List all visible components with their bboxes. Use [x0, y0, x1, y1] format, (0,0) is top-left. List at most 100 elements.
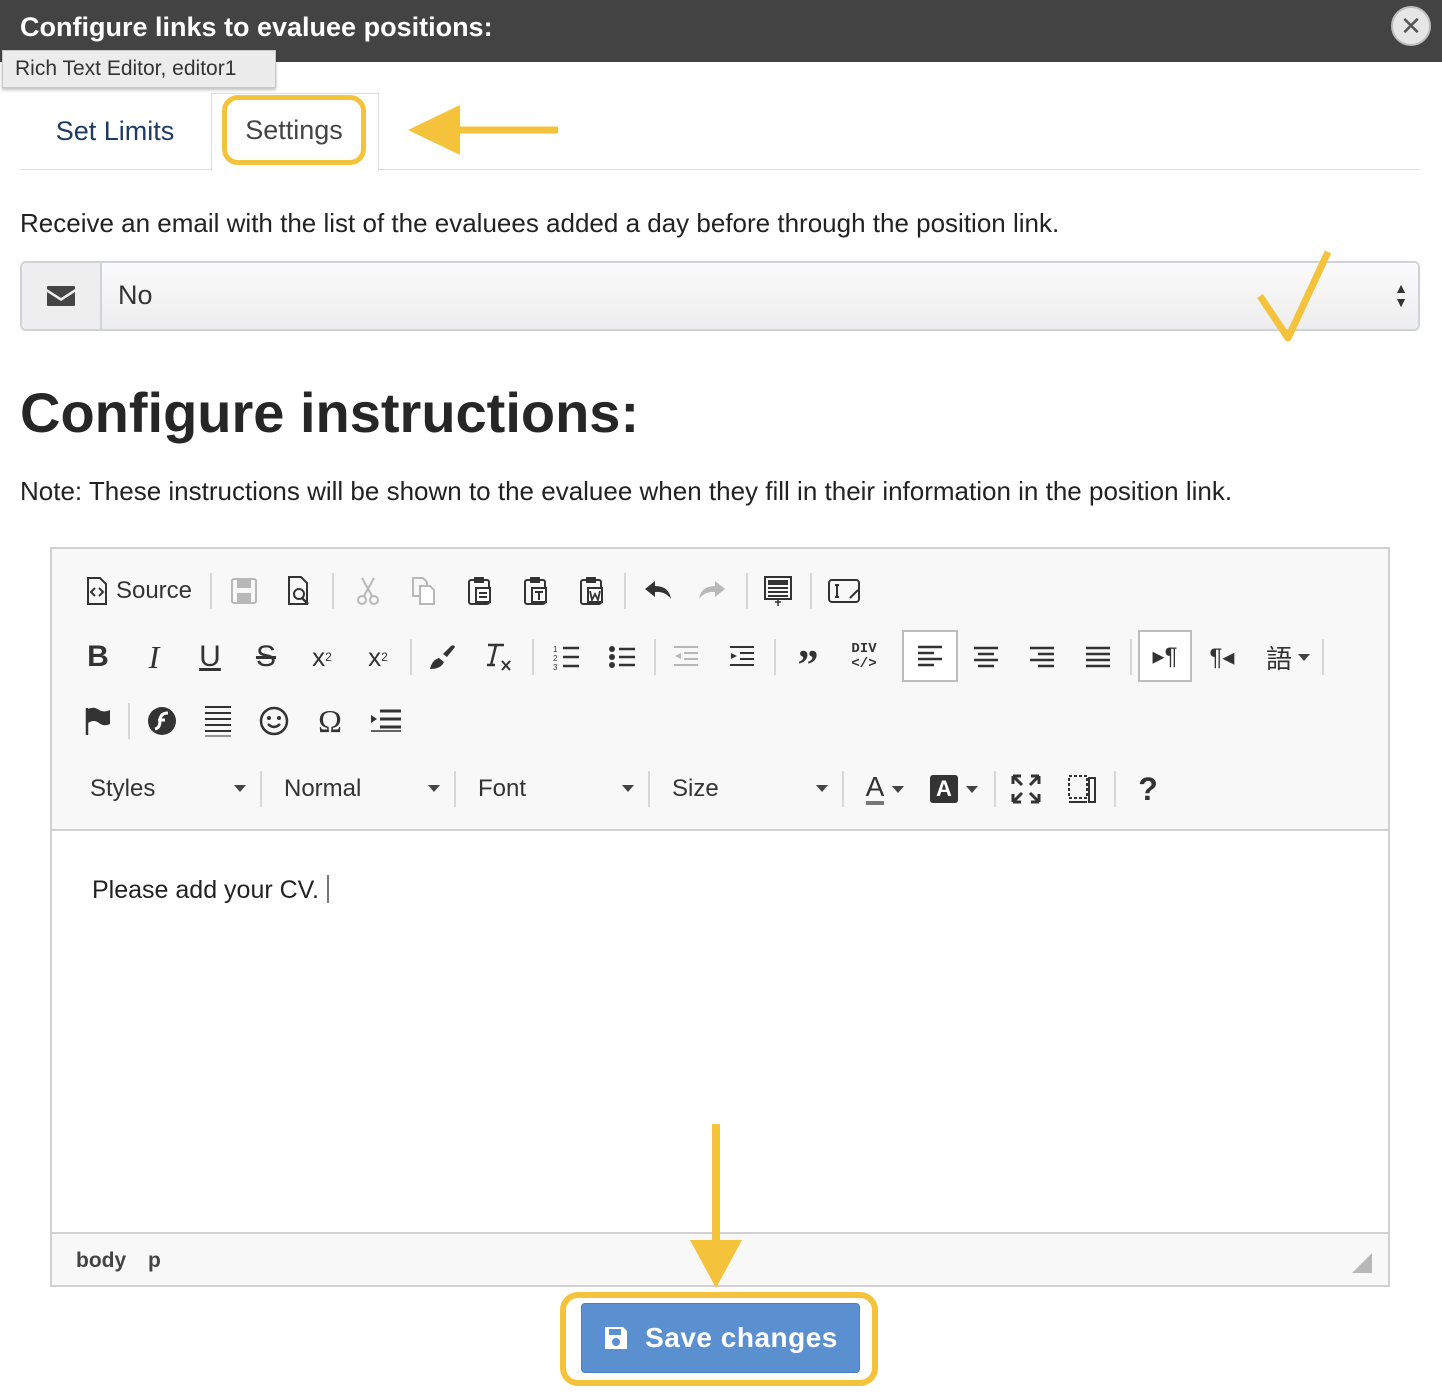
size-dropdown[interactable]: Size: [672, 767, 828, 811]
text-cursor: [327, 875, 330, 903]
horizontal-rule-icon[interactable]: [198, 699, 238, 743]
editor-status-bar: body p: [52, 1232, 1388, 1285]
subscript-icon[interactable]: x2: [302, 635, 342, 679]
select-arrows-icon: ▲ ▼: [1394, 280, 1408, 310]
tab-set-limits[interactable]: Set Limits: [20, 94, 210, 169]
superscript-icon[interactable]: x2: [358, 635, 398, 679]
toolbar-separator: [210, 573, 212, 609]
align-center-icon[interactable]: [966, 635, 1006, 679]
dialog-title: Configure links to evaluee positions:: [20, 12, 493, 42]
resize-handle-icon[interactable]: [1352, 1253, 1372, 1273]
toolbar-separator: [128, 703, 130, 739]
save-icon[interactable]: [224, 569, 264, 613]
close-icon: ✕: [1400, 11, 1422, 41]
email-select-value: No: [118, 280, 153, 310]
chevron-down-icon: [622, 785, 634, 792]
rich-text-editor: Source B I U S x 2 x 2 1 2 3 ” DIV </> ▸…: [50, 547, 1390, 1287]
copy-icon[interactable]: [404, 569, 444, 613]
template-icon[interactable]: [758, 569, 798, 613]
special-char-omega-icon[interactable]: Ω: [310, 699, 350, 743]
bold-icon[interactable]: B: [78, 635, 118, 679]
bulleted-list-icon[interactable]: [602, 635, 642, 679]
envelope-icon: [47, 286, 75, 306]
tab-settings[interactable]: Settings: [222, 95, 366, 165]
textfield-icon[interactable]: [824, 569, 864, 613]
path-p[interactable]: p: [148, 1249, 161, 1273]
font-label: Font: [478, 775, 527, 802]
chevron-down-icon: [966, 785, 978, 793]
page-break-icon[interactable]: [366, 699, 406, 743]
close-button[interactable]: ✕: [1391, 6, 1431, 46]
email-addon: [22, 263, 102, 329]
toolbar-separator: [624, 573, 626, 609]
paste-text-icon[interactable]: [516, 569, 556, 613]
styles-dropdown[interactable]: Styles: [90, 767, 246, 811]
numbered-list-icon[interactable]: 123: [546, 635, 586, 679]
svg-text:1: 1: [553, 645, 558, 654]
floppy-icon: [605, 1327, 628, 1349]
editor-toolbar: Source B I U S x 2 x 2 1 2 3 ” DIV </> ▸…: [52, 549, 1388, 831]
preview-icon[interactable]: [280, 569, 320, 613]
language-dropdown-icon[interactable]: 語: [1256, 635, 1320, 679]
toolbar-separator: [842, 771, 844, 807]
email-select[interactable]: No ▲ ▼: [102, 263, 1418, 329]
create-div-icon[interactable]: DIV </>: [844, 635, 884, 679]
toolbar-separator: [654, 639, 656, 675]
copy-format-icon[interactable]: [422, 635, 462, 679]
chevron-down-icon: [234, 785, 246, 792]
format-label: Normal: [284, 775, 362, 802]
italic-icon[interactable]: I: [134, 635, 174, 679]
toolbar-separator: [260, 771, 262, 807]
source-button[interactable]: Source: [80, 569, 198, 613]
show-blocks-icon[interactable]: [1062, 767, 1102, 811]
help-icon[interactable]: ?: [1128, 767, 1168, 811]
text-direction-rtl-icon[interactable]: ¶◂: [1200, 635, 1244, 679]
remove-format-icon[interactable]: [478, 635, 518, 679]
maximize-icon[interactable]: [1006, 767, 1046, 811]
toolbar-separator: [774, 639, 776, 675]
instructions-note: Note: These instructions will be shown t…: [20, 476, 1233, 506]
source-icon: [86, 577, 107, 605]
toolbar-separator: [810, 573, 812, 609]
save-changes-button[interactable]: Save changes: [581, 1303, 860, 1373]
text-color-button[interactable]: A: [858, 767, 912, 811]
paste-icon[interactable]: [460, 569, 500, 613]
bg-color-button[interactable]: A: [926, 767, 982, 811]
chevron-down-icon: [428, 785, 440, 792]
editor-text[interactable]: Please add your CV.: [92, 875, 330, 905]
blockquote-icon[interactable]: ”: [788, 635, 828, 689]
toolbar-separator: [410, 639, 412, 675]
toolbar-separator: [746, 573, 748, 609]
strikethrough-icon[interactable]: S: [246, 635, 286, 679]
smiley-icon[interactable]: [254, 699, 294, 743]
editor-content[interactable]: Please add your CV.: [52, 831, 1388, 1231]
toolbar-separator: [1114, 771, 1116, 807]
source-label: Source: [115, 577, 193, 604]
text-direction-ltr-icon[interactable]: ▸¶: [1138, 630, 1192, 682]
outdent-icon[interactable]: [666, 635, 706, 679]
path-body[interactable]: body: [76, 1249, 126, 1273]
instructions-heading: Configure instructions:: [20, 381, 640, 444]
redo-icon[interactable]: [692, 569, 732, 613]
align-right-icon[interactable]: [1022, 635, 1062, 679]
svg-text:3: 3: [553, 663, 558, 671]
flash-icon[interactable]: [142, 699, 182, 743]
anchor-flag-icon[interactable]: [78, 699, 118, 743]
paste-word-icon[interactable]: [572, 569, 612, 613]
undo-icon[interactable]: [638, 569, 678, 613]
toolbar-separator: [332, 573, 334, 609]
save-changes-label: Save changes: [645, 1322, 838, 1353]
align-left-icon[interactable]: [902, 630, 958, 682]
toolbar-separator: [1322, 639, 1324, 675]
indent-icon[interactable]: [722, 635, 762, 679]
font-dropdown[interactable]: Font: [478, 767, 634, 811]
cut-icon[interactable]: [348, 569, 388, 613]
size-label: Size: [672, 775, 719, 802]
chevron-down-icon: [892, 785, 905, 793]
arrow-left-icon: [408, 105, 558, 155]
svg-text:2: 2: [553, 654, 558, 663]
underline-icon[interactable]: U: [190, 635, 230, 679]
toolbar-separator: [994, 771, 996, 807]
justify-icon[interactable]: [1078, 635, 1118, 679]
format-dropdown[interactable]: Normal: [284, 767, 440, 811]
